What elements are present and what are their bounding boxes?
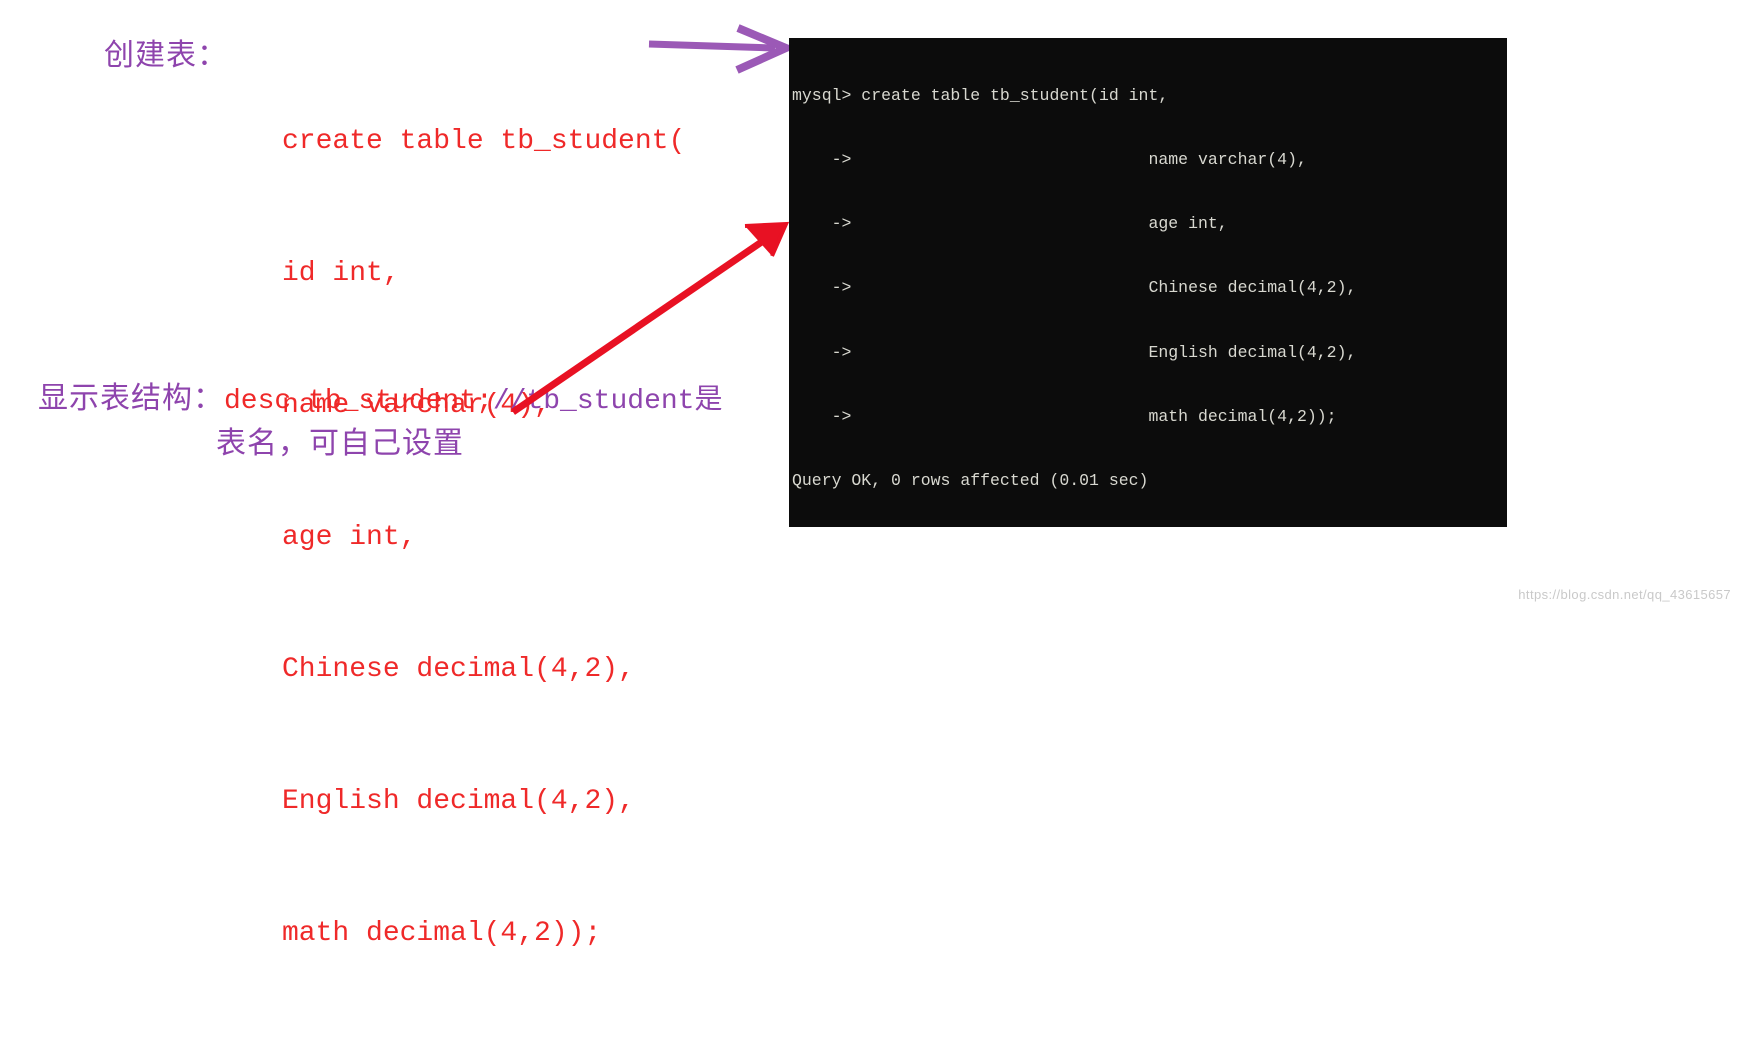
terminal-line: -> age int, xyxy=(792,214,1228,234)
sql-snippet: create table tb_student( id int, name va… xyxy=(282,32,685,1044)
annotation-pane: 创建表： create table tb_student( id int, na… xyxy=(0,0,880,949)
describe-table-command: desc tb_student; xyxy=(224,386,493,417)
sql-line: math decimal(4,2)); xyxy=(282,918,602,949)
terminal-line: -> English decimal(4,2), xyxy=(792,342,1357,362)
describe-table-line-2: 表名，可自己设置 xyxy=(216,427,464,460)
mysql-terminal[interactable]: mysql> create table tb_student(id int, -… xyxy=(789,38,1507,527)
describe-table-line-1: 显示表结构：desc tb_student;//tb_student是 xyxy=(38,378,722,423)
create-table-label: 创建表： xyxy=(104,39,228,72)
describe-table-label: 显示表结构： xyxy=(38,382,224,415)
sql-line: create table tb_student( xyxy=(282,126,686,157)
slide-canvas: 创建表： create table tb_student( id int, na… xyxy=(0,0,1737,949)
sql-line: Chinese decimal(4,2), xyxy=(282,654,635,685)
terminal-line: mysql> create table tb_student(id int, xyxy=(792,85,1169,105)
describe-table-comment: //tb_student是 xyxy=(492,386,723,417)
terminal-line: -> math decimal(4,2)); xyxy=(792,406,1337,426)
terminal-line: -> Chinese decimal(4,2), xyxy=(792,278,1357,298)
sql-line: English decimal(4,2), xyxy=(282,786,635,817)
sql-line: id int, xyxy=(282,258,400,289)
terminal-line: Query OK, 0 rows affected (0.01 sec) xyxy=(792,471,1149,491)
describe-table-annotation: 显示表结构：desc tb_student;//tb_student是 表名，可… xyxy=(38,378,722,465)
terminal-line: -> name varchar(4), xyxy=(792,150,1307,170)
sql-line: age int, xyxy=(282,522,417,553)
watermark-text: https://blog.csdn.net/qq_43615657 xyxy=(1518,587,1731,602)
